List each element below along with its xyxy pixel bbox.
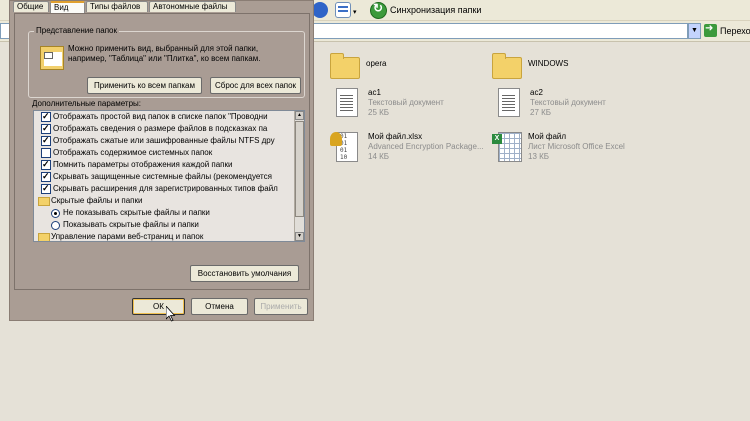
setting-hide-extensions[interactable]: Скрывать расширения для зарегистрированн… bbox=[34, 183, 296, 195]
address-dropdown-button[interactable]: ▼ bbox=[688, 23, 701, 39]
file-size: 25 КБ bbox=[368, 108, 390, 117]
setting-system-folders-contents[interactable]: Отображать содержимое системных папок bbox=[34, 147, 296, 159]
file-type: Лист Microsoft Office Excel bbox=[528, 142, 625, 151]
file-name: WINDOWS bbox=[528, 59, 569, 68]
setting-label: Не показывать скрытые файлы и папки bbox=[63, 208, 210, 217]
folder-views-group: Представление папок Можно применить вид,… bbox=[28, 26, 305, 98]
key-icon bbox=[330, 132, 342, 146]
scrollbar-thumb[interactable] bbox=[295, 121, 304, 217]
go-button[interactable]: Перехо bbox=[720, 26, 750, 36]
checkbox[interactable] bbox=[41, 148, 51, 158]
setting-group-web-pages: Управление парами веб-страниц и папок bbox=[34, 231, 296, 241]
setting-label: Скрывать расширения для зарегистрированн… bbox=[53, 184, 278, 193]
apply-button[interactable]: Применить bbox=[254, 298, 308, 315]
checkbox[interactable] bbox=[41, 183, 51, 194]
advanced-settings-list[interactable]: Отображать простой вид папок в списке па… bbox=[33, 110, 305, 242]
setting-file-size-info[interactable]: Отображать сведения о размере файлов в п… bbox=[34, 123, 296, 135]
views-icon[interactable] bbox=[335, 2, 351, 18]
setting-show-hidden[interactable]: Показывать скрытые файлы и папки bbox=[34, 219, 296, 231]
encrypted-file-icon: 01 01 01 10 bbox=[330, 130, 364, 166]
go-arrow-icon[interactable] bbox=[704, 23, 717, 37]
folder-icon bbox=[490, 49, 524, 85]
file-type: Текстовый документ bbox=[368, 98, 444, 107]
tab-page-view: Представление папок Можно применить вид,… bbox=[14, 13, 310, 290]
checkbox[interactable] bbox=[41, 123, 51, 134]
reset-all-folders-button[interactable]: Сброс для всех папок bbox=[210, 77, 301, 94]
setting-label: Показывать скрытые файлы и папки bbox=[63, 220, 199, 229]
setting-simple-folder-view[interactable]: Отображать простой вид папок в списке па… bbox=[34, 111, 296, 123]
file-size: 27 КБ bbox=[530, 108, 552, 117]
setting-hide-protected-files[interactable]: Скрывать защищенные системные файлы (рек… bbox=[34, 171, 296, 183]
radio-button[interactable] bbox=[51, 209, 60, 218]
sync-icon[interactable] bbox=[370, 1, 387, 19]
setting-label: Отображать сжатые или зашифрованные файл… bbox=[53, 136, 275, 145]
file-type: Текстовый документ bbox=[530, 98, 606, 107]
setting-ntfs-color[interactable]: Отображать сжатые или зашифрованные файл… bbox=[34, 135, 296, 147]
mouse-pointer-icon bbox=[166, 306, 176, 322]
file-item-ac1[interactable]: ac1 Текстовый документ 25 КБ bbox=[330, 86, 500, 134]
vertical-scrollbar[interactable]: ▲ ▼ bbox=[294, 111, 304, 241]
ok-button[interactable]: ОК bbox=[132, 298, 185, 315]
file-name: Мой файл bbox=[528, 132, 567, 141]
tab-offline-files[interactable]: Автономные файлы bbox=[149, 1, 236, 12]
text-document-icon bbox=[492, 86, 526, 122]
checkbox[interactable] bbox=[41, 135, 51, 146]
setting-label: Отображать сведения о размере файлов в п… bbox=[53, 124, 268, 133]
cancel-button[interactable]: Отмена bbox=[191, 298, 248, 315]
folder-icon bbox=[328, 49, 362, 85]
file-name: Мой файл.xlsx bbox=[368, 132, 423, 141]
folder-views-icon bbox=[40, 46, 64, 70]
tab-file-types[interactable]: Типы файлов bbox=[86, 1, 148, 12]
folder-options-dialog: Общие Вид Типы файлов Автономные файлы П… bbox=[9, 0, 314, 321]
checkbox[interactable] bbox=[41, 171, 51, 182]
tab-general[interactable]: Общие bbox=[13, 1, 49, 12]
folder-icon bbox=[38, 233, 50, 241]
file-name: ac2 bbox=[530, 88, 543, 97]
advanced-settings-label: Дополнительные параметры: bbox=[32, 99, 141, 108]
file-item-excel[interactable]: X Мой файл Лист Microsoft Office Excel 1… bbox=[490, 130, 660, 178]
file-size: 14 КБ bbox=[368, 152, 390, 161]
group-description: Можно применить вид, выбранный для этой … bbox=[68, 44, 261, 63]
restore-defaults-button[interactable]: Восстановить умолчания bbox=[190, 265, 299, 282]
setting-label: Отображать содержимое системных папок bbox=[53, 148, 213, 157]
navigation-icon[interactable] bbox=[312, 2, 328, 18]
setting-label: Помнить параметры отображения каждой пап… bbox=[53, 160, 233, 169]
scroll-up-icon[interactable]: ▲ bbox=[295, 111, 304, 120]
excel-file-icon: X bbox=[490, 130, 524, 166]
setting-dont-show-hidden[interactable]: Не показывать скрытые файлы и папки bbox=[34, 207, 296, 219]
file-name: ac1 bbox=[368, 88, 381, 97]
tab-strip: Общие Вид Типы файлов Автономные файлы bbox=[10, 1, 310, 14]
sync-folder-button[interactable]: Синхронизация папки bbox=[390, 5, 481, 15]
checkbox[interactable] bbox=[41, 111, 51, 122]
file-name: opera bbox=[366, 59, 387, 68]
setting-label: Скрывать защищенные системные файлы (рек… bbox=[53, 172, 272, 181]
setting-label: Скрытые файлы и папки bbox=[51, 196, 143, 205]
group-legend: Представление папок bbox=[34, 26, 119, 35]
setting-group-hidden-files: Скрытые файлы и папки bbox=[34, 195, 296, 207]
apply-to-all-folders-button[interactable]: Применить ко всем папкам bbox=[87, 77, 202, 94]
folder-icon bbox=[38, 197, 50, 206]
file-item-encrypted-xlsx[interactable]: 01 01 01 10 Мой файл.xlsx Advanced Encrypti… bbox=[330, 130, 500, 178]
file-item-ac2[interactable]: ac2 Текстовый документ 27 КБ bbox=[492, 86, 662, 134]
setting-label: Отображать простой вид папок в списке па… bbox=[53, 112, 268, 121]
chevron-down-icon[interactable]: ▾ bbox=[353, 8, 357, 16]
file-type: Advanced Encryption Package... bbox=[368, 142, 484, 151]
checkbox[interactable] bbox=[41, 159, 51, 170]
file-size: 13 КБ bbox=[528, 152, 550, 161]
scroll-down-icon[interactable]: ▼ bbox=[295, 232, 304, 241]
setting-label: Управление парами веб-страниц и папок bbox=[51, 232, 204, 241]
text-document-icon bbox=[330, 86, 364, 122]
radio-button[interactable] bbox=[51, 221, 60, 230]
setting-remember-view[interactable]: Помнить параметры отображения каждой пап… bbox=[34, 159, 296, 171]
